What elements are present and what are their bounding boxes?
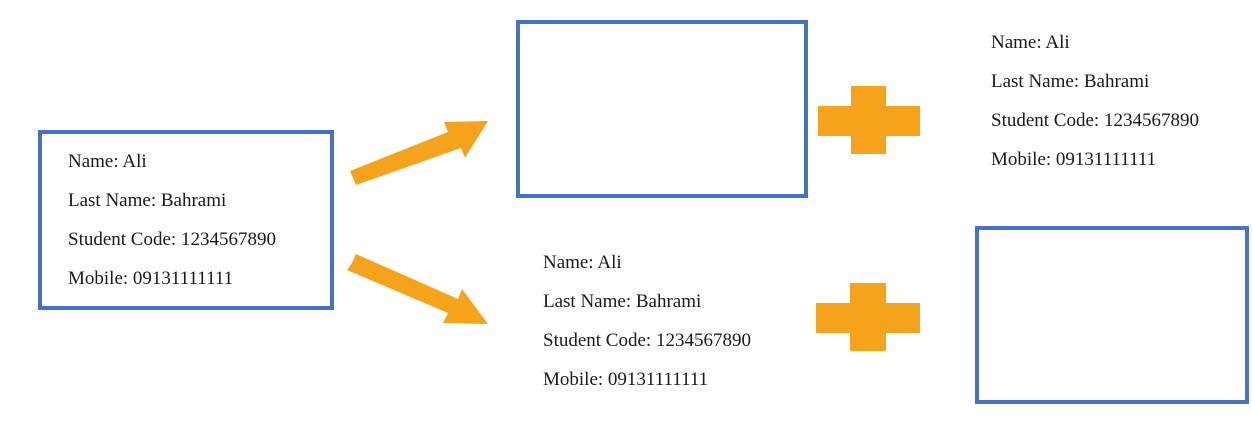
bottom-record-text: Name: Ali Last Name: Bahrami Student Cod… xyxy=(543,243,751,399)
bottom-mobile-field: Mobile: 09131111111 xyxy=(543,369,709,390)
arrow-up-icon xyxy=(350,121,488,185)
bottom-student-code-field: Student Code: 1234567890 xyxy=(543,330,751,351)
bottom-empty-box xyxy=(975,226,1249,404)
top-empty-box xyxy=(516,20,808,198)
top-name-field: Name: Ali xyxy=(991,32,1070,53)
top-plus-icon xyxy=(818,86,920,154)
top-last-name-field: Last Name: Bahrami xyxy=(991,71,1150,92)
top-student-code-field: Student Code: 1234567890 xyxy=(991,110,1199,131)
top-mobile-field: Mobile: 09131111111 xyxy=(991,149,1157,170)
bottom-plus-icon xyxy=(816,283,920,351)
top-record-text: Name: Ali Last Name: Bahrami Student Cod… xyxy=(991,23,1199,179)
arrow-down-icon xyxy=(347,254,488,324)
bottom-name-field: Name: Ali xyxy=(543,252,622,273)
bottom-last-name-field: Last Name: Bahrami xyxy=(543,291,702,312)
diagram-canvas: Name: Ali Last Name: Bahrami Student Cod… xyxy=(0,0,1252,424)
